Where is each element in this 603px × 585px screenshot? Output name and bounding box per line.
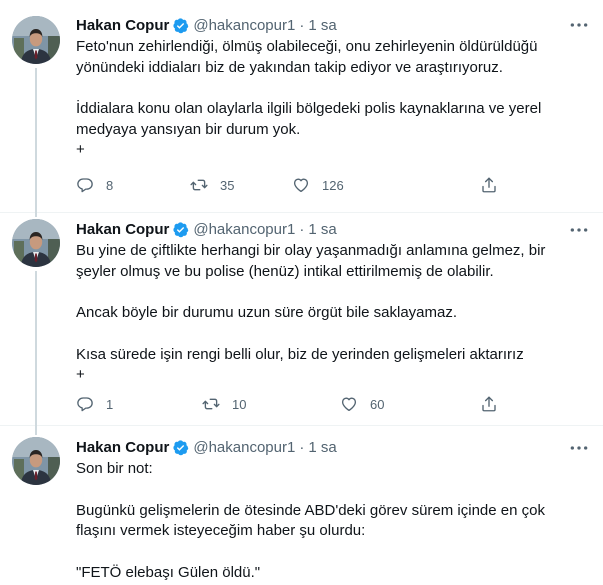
profile-photo-icon — [12, 219, 60, 267]
tweet-header: Hakan Copur @hakancopur1 · 1 sa — [76, 436, 337, 458]
author-name[interactable]: Hakan Copur — [76, 221, 169, 238]
like-count: 126 — [322, 177, 344, 193]
verified-badge-icon — [172, 221, 189, 238]
tweet-paragraph: Feto'nun zehirlendiği, ölmüş olabileceği… — [76, 38, 538, 76]
tweet-text: Feto'nun zehirlendiği, ölmüş olabileceği… — [76, 37, 586, 161]
retweet-button[interactable]: 10 — [202, 395, 246, 413]
separator-dot: · — [299, 220, 305, 238]
more-icon[interactable] — [569, 223, 589, 237]
reply-icon — [76, 395, 94, 413]
tweet-text: Bu yine de çiftlikte herhangi bir olay y… — [76, 241, 586, 386]
author-handle[interactable]: @hakancopur1 — [193, 17, 295, 34]
reply-button[interactable]: 1 — [76, 395, 113, 413]
more-icon[interactable] — [569, 441, 589, 455]
avatar[interactable] — [12, 437, 60, 485]
author-name[interactable]: Hakan Copur — [76, 439, 169, 456]
reply-icon — [76, 176, 94, 194]
tweet-paragraph: İddialara konu olan olaylarla ilgili böl… — [76, 100, 542, 158]
like-button[interactable]: 60 — [340, 395, 384, 413]
share-button[interactable] — [480, 176, 498, 194]
timestamp[interactable]: 1 sa — [308, 221, 336, 238]
share-button[interactable] — [480, 395, 498, 413]
tweet-2[interactable]: Hakan Copur @hakancopur1 · 1 sa Bu yine … — [0, 207, 603, 433]
profile-photo-icon — [12, 437, 60, 485]
separator-dot: · — [299, 438, 305, 456]
avatar[interactable] — [12, 219, 60, 267]
share-icon — [480, 176, 498, 194]
retweet-count: 35 — [220, 177, 235, 193]
timestamp[interactable]: 1 sa — [308, 17, 336, 34]
thread-line — [35, 425, 37, 435]
reply-count: 8 — [106, 177, 114, 193]
verified-badge-icon — [172, 17, 189, 34]
tweet-header: Hakan Copur @hakancopur1 · 1 sa — [76, 14, 337, 36]
tweet-text: Son bir not: Bugünkü gelişmelerin de öte… — [76, 459, 586, 583]
tweet-3[interactable]: Hakan Copur @hakancopur1 · 1 sa Son bir … — [0, 425, 603, 585]
tweet-paragraph: Kısa sürede işin rengi belli olur, biz d… — [76, 345, 524, 384]
avatar[interactable] — [12, 16, 60, 64]
reply-button[interactable]: 8 — [76, 176, 113, 194]
retweet-button[interactable]: 35 — [190, 176, 234, 194]
tweet-paragraph: Bu yine de çiftlikte herhangi bir olay y… — [76, 242, 546, 280]
like-count: 60 — [370, 396, 385, 412]
tweet-actions: 8 35 126 — [76, 176, 516, 198]
share-icon — [480, 395, 498, 413]
tweet-paragraph: Ancak böyle bir durumu uzun süre örgüt b… — [76, 304, 458, 321]
thread-line — [35, 68, 37, 212]
like-button[interactable]: 126 — [292, 176, 344, 194]
author-handle[interactable]: @hakancopur1 — [193, 221, 295, 238]
author-name[interactable]: Hakan Copur — [76, 17, 169, 34]
tweet-actions: 1 10 60 — [76, 395, 516, 417]
more-icon[interactable] — [569, 18, 589, 32]
tweet-paragraph: "FETÖ elebaşı Gülen öldü." — [76, 563, 261, 581]
verified-badge-icon — [172, 439, 189, 456]
like-icon — [292, 176, 310, 194]
separator-dot: · — [299, 16, 305, 34]
author-handle[interactable]: @hakancopur1 — [193, 439, 295, 456]
tweet-paragraph: Bugünkü gelişmelerin de ötesinde ABD'dek… — [76, 501, 545, 540]
profile-photo-icon — [12, 16, 60, 64]
timestamp[interactable]: 1 sa — [308, 439, 336, 456]
reply-count: 1 — [106, 396, 114, 412]
tweet-1[interactable]: Hakan Copur @hakancopur1 · 1 sa Feto'nun… — [0, 0, 603, 212]
retweet-count: 10 — [232, 396, 247, 412]
retweet-icon — [202, 395, 220, 413]
retweet-icon — [190, 176, 208, 194]
thread-line — [35, 207, 37, 217]
like-icon — [340, 395, 358, 413]
tweet-paragraph: Son bir not: — [76, 460, 153, 477]
tweet-header: Hakan Copur @hakancopur1 · 1 sa — [76, 218, 337, 240]
thread-line — [35, 271, 37, 433]
